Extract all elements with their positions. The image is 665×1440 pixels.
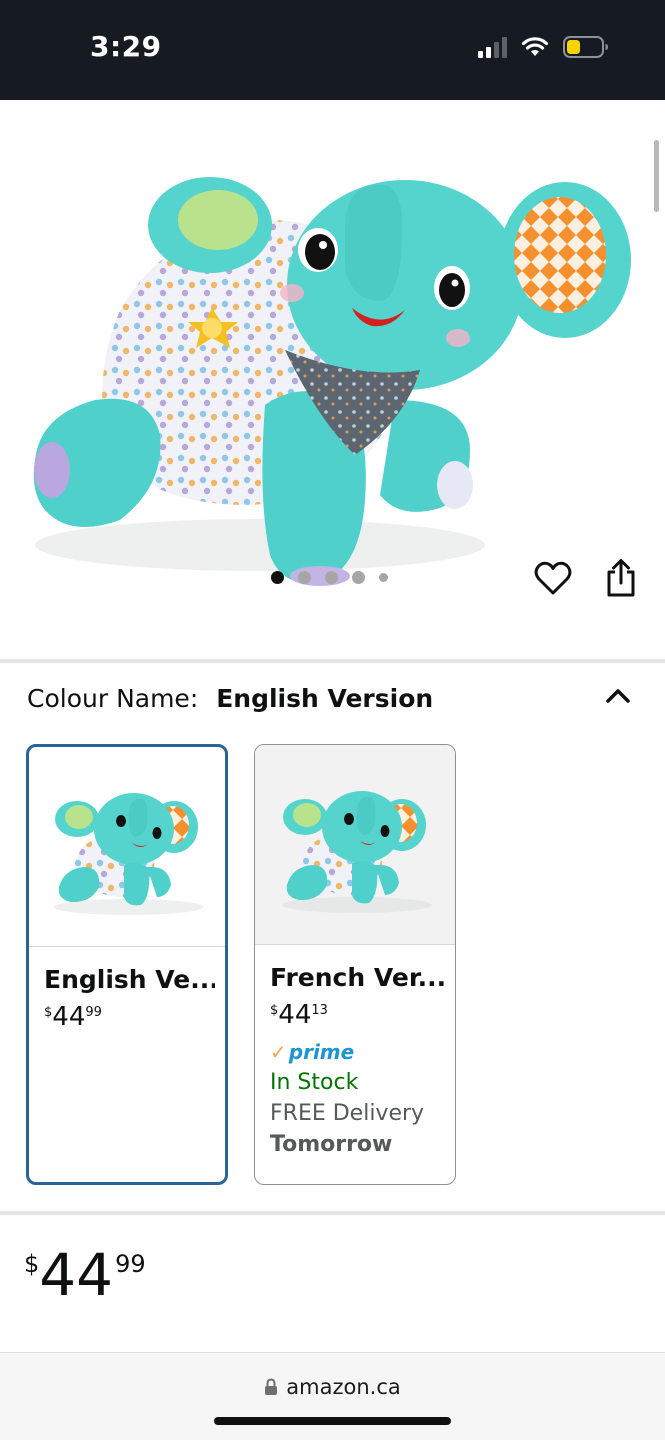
- prime-label: prime: [288, 1040, 355, 1064]
- delivery-label: FREE Delivery: [270, 1101, 425, 1126]
- pagination-dot[interactable]: [325, 571, 338, 584]
- variant-option-french[interactable]: French Ver... $ 44 13 ✓ prime In Stock F…: [254, 744, 456, 1185]
- price-fraction: 13: [311, 1003, 328, 1018]
- status-bar: 3:29: [0, 0, 665, 100]
- home-indicator[interactable]: [214, 1417, 451, 1425]
- pagination-dot-active[interactable]: [271, 571, 284, 584]
- price-whole: 44: [52, 1002, 86, 1032]
- elephant-thumbnail-image: [54, 793, 204, 915]
- variant-info: French Ver... $ 44 13 ✓ prime In Stock F…: [270, 963, 445, 1157]
- price-fraction: 99: [115, 1250, 146, 1278]
- heart-icon[interactable]: [533, 558, 573, 598]
- status-time: 3:29: [90, 30, 162, 63]
- variant-thumbnail: [29, 747, 225, 947]
- battery-icon: [563, 36, 608, 58]
- price-symbol: $: [44, 1005, 53, 1020]
- signal-icon: [478, 36, 507, 58]
- price-symbol: $: [270, 1003, 279, 1018]
- product-price: $ 44 99: [24, 1244, 146, 1306]
- section-divider: [0, 1211, 665, 1215]
- url-display[interactable]: amazon.ca: [0, 1375, 665, 1399]
- lock-icon: [265, 1378, 278, 1395]
- status-icons: [478, 36, 609, 58]
- pagination-dot[interactable]: [298, 571, 311, 584]
- price-whole: 44: [278, 1000, 312, 1030]
- variant-name: English Ve...: [44, 965, 215, 994]
- price-whole: 44: [39, 1241, 114, 1309]
- elephant-thumbnail-image: [282, 791, 432, 913]
- variant-thumbnail: [255, 745, 455, 945]
- price-symbol: $: [24, 1250, 40, 1278]
- delivery-day: Tomorrow: [270, 1132, 393, 1157]
- share-icon[interactable]: [602, 557, 640, 599]
- variant-price: $ 44 99: [44, 1002, 215, 1032]
- browser-url-bar[interactable]: amazon.ca: [0, 1352, 665, 1440]
- variant-price: $ 44 13: [270, 1000, 445, 1030]
- prime-check-icon: ✓: [270, 1040, 287, 1064]
- pagination-dot[interactable]: [379, 573, 388, 582]
- wifi-icon: [521, 37, 549, 56]
- pagination-dot[interactable]: [352, 571, 365, 584]
- price-fraction: 99: [85, 1005, 102, 1020]
- section-divider: [0, 659, 665, 663]
- colour-name-row: Colour Name: English Version: [27, 684, 433, 713]
- chevron-up-icon[interactable]: [600, 680, 636, 710]
- url-text: amazon.ca: [286, 1375, 401, 1399]
- variant-info: English Ve... $ 44 99: [44, 965, 215, 1032]
- variant-name: French Ver...: [270, 963, 445, 992]
- colour-name-label: Colour Name:: [27, 684, 199, 713]
- scroll-indicator[interactable]: [654, 140, 659, 212]
- stock-status: In Stock: [270, 1070, 359, 1095]
- image-pagination[interactable]: [271, 571, 388, 584]
- variant-option-english[interactable]: English Ve... $ 44 99: [26, 744, 228, 1185]
- prime-badge: ✓ prime: [270, 1040, 445, 1064]
- colour-name-value: English Version: [216, 684, 434, 713]
